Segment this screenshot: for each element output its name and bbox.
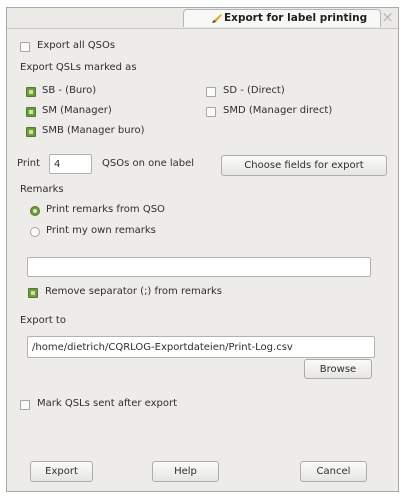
own-remarks-radio[interactable] — [30, 227, 40, 237]
marked-as-heading: Export QSLs marked as — [20, 62, 137, 73]
close-icon[interactable]: × — [380, 10, 395, 25]
browse-button[interactable]: Browse — [304, 359, 372, 379]
export-all-checkbox[interactable] — [20, 42, 30, 52]
smb-manager-buro-checkbox[interactable] — [26, 127, 36, 137]
export-label-dialog: Export for label printing × Export all Q… — [6, 7, 399, 492]
smd-manager-direct-label[interactable]: SMD (Manager direct) — [223, 105, 332, 116]
remarks-heading: Remarks — [20, 184, 64, 195]
smb-manager-buro-label[interactable]: SMB (Manager buro) — [42, 125, 145, 136]
smd-manager-direct-checkbox[interactable] — [206, 107, 216, 117]
export-to-heading: Export to — [20, 315, 66, 326]
qsos-per-label-suffix: QSOs on one label — [102, 158, 195, 169]
sm-manager-label[interactable]: SM (Manager) — [42, 105, 112, 116]
sb-buro-label[interactable]: SB - (Buro) — [42, 85, 96, 96]
choose-fields-button[interactable]: Choose fields for export — [221, 155, 387, 176]
title-tab: Export for label printing — [183, 9, 381, 27]
title-bar: Export for label printing × — [7, 8, 398, 29]
export-path-input[interactable] — [27, 336, 375, 358]
own-remarks-input[interactable] — [27, 257, 371, 277]
export-button[interactable]: Export — [30, 461, 93, 482]
sd-direct-checkbox[interactable] — [206, 87, 216, 97]
remarks-from-qso-radio[interactable] — [30, 206, 40, 216]
remove-separator-label[interactable]: Remove separator (;) from remarks — [45, 286, 222, 297]
sd-direct-label[interactable]: SD - (Direct) — [223, 85, 285, 96]
app-pencil-icon — [212, 14, 222, 23]
mark-sent-label[interactable]: Mark QSLs sent after export — [37, 398, 177, 409]
mark-sent-checkbox[interactable] — [20, 400, 30, 410]
own-remarks-label[interactable]: Print my own remarks — [46, 225, 156, 236]
export-all-label[interactable]: Export all QSOs — [37, 40, 115, 51]
remove-separator-checkbox[interactable] — [28, 288, 38, 298]
cancel-button[interactable]: Cancel — [300, 461, 367, 482]
window-title: Export for label printing — [224, 12, 368, 24]
remarks-from-qso-label[interactable]: Print remarks from QSO — [46, 204, 165, 215]
sb-buro-checkbox[interactable] — [26, 87, 36, 97]
sm-manager-checkbox[interactable] — [26, 107, 36, 117]
qsos-per-label-input[interactable] — [49, 154, 92, 174]
print-label: Print — [17, 158, 41, 169]
help-button[interactable]: Help — [152, 461, 219, 482]
